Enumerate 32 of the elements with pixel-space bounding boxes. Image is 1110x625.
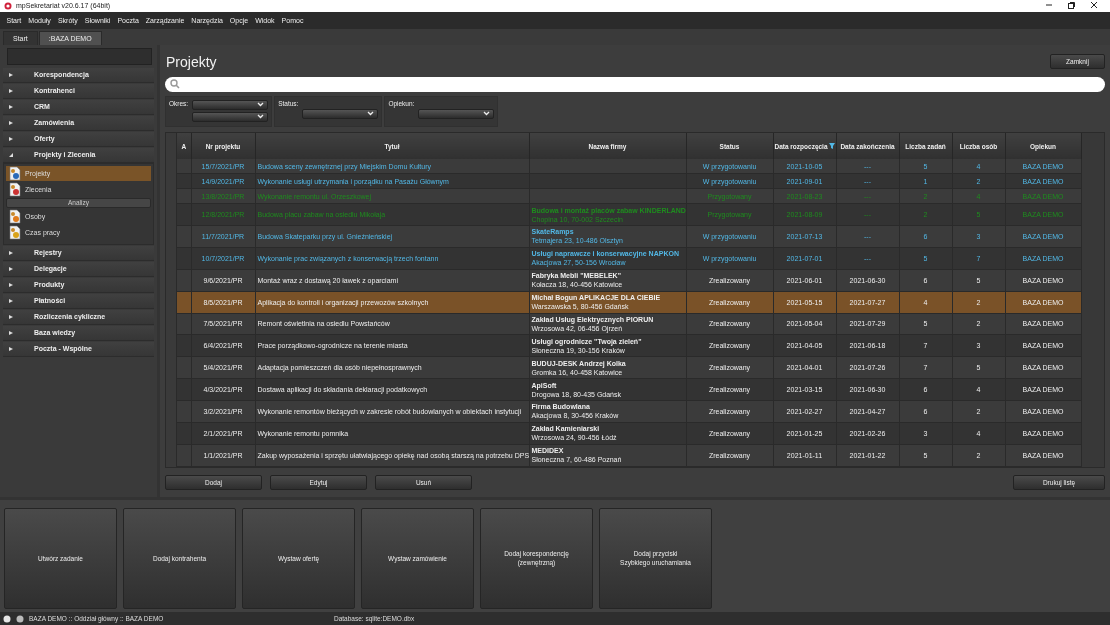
search-field[interactable] (165, 76, 1105, 92)
expand-arrow-icon (8, 313, 14, 320)
expand-arrow-icon (8, 345, 14, 352)
dropdown[interactable] (302, 108, 379, 119)
expand-arrow-icon (8, 135, 14, 142)
document-icon (8, 165, 22, 181)
dropdown[interactable] (192, 111, 269, 122)
document-icon (8, 208, 22, 224)
collapse-arrow-icon (8, 151, 14, 158)
close-icon[interactable] (1090, 1, 1098, 10)
page-title: Projekty (166, 53, 217, 70)
expand-arrow-icon (8, 329, 14, 336)
expand-arrow-icon (8, 71, 14, 78)
expand-arrow-icon (8, 297, 14, 304)
expand-arrow-icon (8, 119, 14, 126)
expand-arrow-icon (8, 249, 14, 256)
filter-icon (828, 142, 835, 149)
dropdown[interactable] (418, 108, 495, 119)
expand-arrow-icon (8, 103, 14, 110)
restore-icon[interactable] (1067, 1, 1076, 11)
expand-arrow-icon (8, 265, 14, 272)
document-icon (8, 181, 22, 197)
expand-arrow-icon (8, 87, 14, 94)
status-light-icon (3, 614, 11, 623)
chevron-down-icon (483, 111, 491, 117)
status-light-icon (16, 614, 24, 623)
dropdown[interactable] (192, 99, 269, 110)
document-icon (8, 224, 22, 240)
search-icon (170, 79, 180, 90)
search-field[interactable] (7, 47, 152, 65)
expand-arrow-icon (8, 281, 14, 288)
chevron-down-icon (367, 111, 375, 117)
